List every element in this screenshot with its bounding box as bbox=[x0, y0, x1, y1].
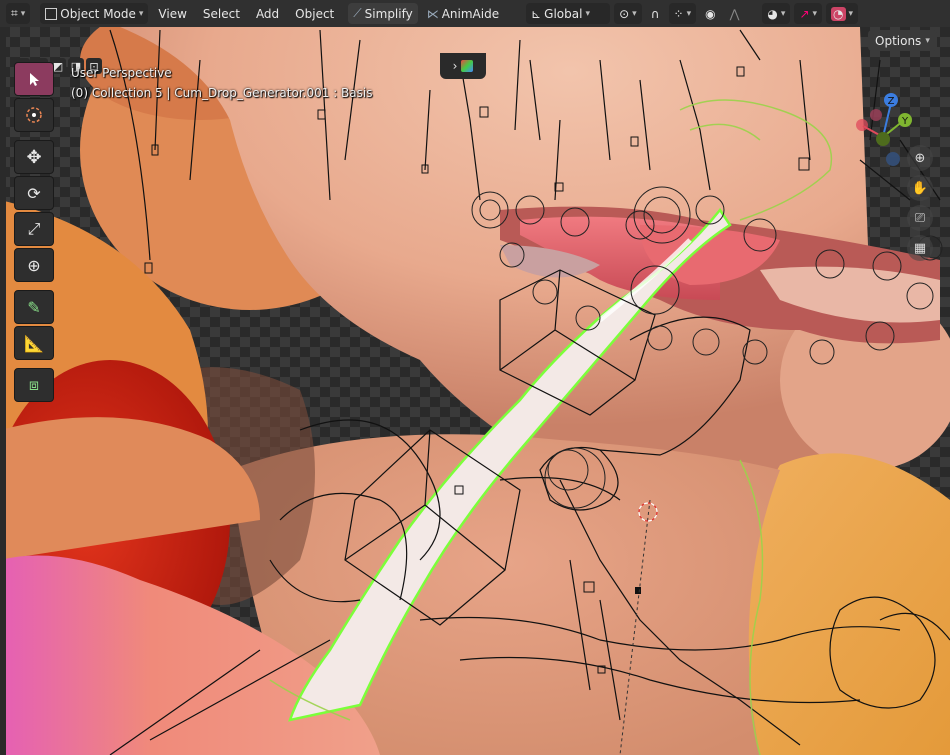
tool-move[interactable]: ✥ bbox=[14, 140, 54, 174]
pivot-dropdown[interactable]: ⊙ ▾ bbox=[614, 3, 642, 24]
tool-separator bbox=[14, 284, 54, 288]
simplify-label: Simplify bbox=[364, 6, 413, 21]
menu-object[interactable]: Object bbox=[289, 3, 340, 24]
chevron-down-icon: ▾ bbox=[848, 8, 854, 19]
neg-y-handle[interactable] bbox=[876, 132, 890, 146]
falloff-dropdown[interactable]: ⋀ bbox=[725, 3, 745, 24]
animaide-button[interactable]: ⋉ AnimAide bbox=[422, 3, 504, 24]
active-object-label: (0) Collection 5 | Cum_Drop_Generator.00… bbox=[71, 86, 373, 100]
pivot-icon: ⊙ bbox=[619, 6, 630, 21]
tool-measure[interactable]: 📐 bbox=[14, 326, 54, 360]
overlays-dropdown[interactable]: ◔ ▾ bbox=[826, 3, 859, 24]
gizmo-dropdown[interactable]: ↗ ▾ bbox=[794, 3, 823, 24]
mode-label: Object Mode bbox=[60, 6, 136, 21]
chevron-down-icon: ▾ bbox=[812, 8, 818, 19]
curve-icon: ⟋ bbox=[353, 6, 362, 20]
chevron-right-icon: › bbox=[452, 59, 458, 73]
chevron-down-icon: ▾ bbox=[925, 35, 930, 46]
menu-view[interactable]: View bbox=[152, 3, 192, 24]
chevron-down-icon: ▾ bbox=[632, 8, 637, 19]
viewport-header: ⌗ ▾ Object Mode ▾ View Select Add Object … bbox=[0, 0, 950, 27]
options-dropdown[interactable]: Options ▾ bbox=[868, 30, 937, 51]
visibility-dropdown[interactable]: ◕ ▾ bbox=[762, 3, 791, 24]
tool-select-box[interactable] bbox=[14, 62, 54, 96]
mode-dropdown[interactable]: Object Mode ▾ bbox=[40, 3, 149, 24]
tool-scale[interactable]: ⤢ bbox=[14, 212, 54, 246]
tool-annotate[interactable]: ✎ bbox=[14, 290, 54, 324]
neg-x-handle[interactable] bbox=[870, 109, 882, 121]
zoom-icon: ⊕ bbox=[914, 150, 926, 166]
tool-shelf: ✥ ⟳ ⤢ ⊕ ✎ 📐 ⧈ bbox=[14, 62, 54, 402]
3d-cursor-icon bbox=[26, 107, 42, 123]
chevron-down-icon: ▾ bbox=[20, 8, 26, 19]
proportional-edit-toggle[interactable]: ◉ bbox=[700, 3, 720, 24]
menu-add[interactable]: Add bbox=[250, 3, 285, 24]
options-label: Options bbox=[875, 33, 922, 48]
camera-view-button[interactable]: ⎚ bbox=[907, 205, 933, 231]
rotate-icon: ⟳ bbox=[27, 183, 41, 203]
tool-cursor[interactable] bbox=[14, 98, 54, 132]
orientation-dropdown[interactable]: ⊾ Global ▾ bbox=[526, 3, 611, 24]
perspective-label: User Perspective bbox=[71, 66, 172, 80]
chevron-down-icon: ▾ bbox=[686, 8, 692, 19]
viewport-info: User Perspective (0) Collection 5 | Cum_… bbox=[71, 63, 372, 103]
eye-icon: ◕ bbox=[767, 6, 778, 21]
addon-hex-icon bbox=[461, 60, 474, 72]
snap-target-dropdown[interactable]: ⁘ ▾ bbox=[668, 3, 697, 24]
chevron-down-icon: ▾ bbox=[585, 8, 590, 19]
snap-toggle[interactable]: ∩ bbox=[646, 3, 665, 24]
snap-grid-icon: ⁘ bbox=[673, 6, 684, 21]
grid-perspective-icon: ▦ bbox=[913, 240, 927, 256]
transform-orientation-icon: ⊾ bbox=[531, 6, 542, 21]
menu-select[interactable]: Select bbox=[197, 3, 246, 24]
animaide-label: AnimAide bbox=[441, 6, 500, 21]
scale-icon: ⤢ bbox=[27, 219, 41, 238]
sidebar-toggle[interactable]: › bbox=[440, 53, 486, 79]
scene-render bbox=[0, 27, 950, 755]
simplify-button[interactable]: ⟋ Simplify bbox=[348, 3, 418, 24]
animaide-icon: ⋉ bbox=[426, 6, 439, 21]
select-cursor-icon bbox=[30, 73, 39, 86]
add-cube-icon: ⧈ bbox=[28, 375, 40, 394]
gizmo-icon: ↗ bbox=[799, 6, 810, 21]
tool-separator bbox=[14, 134, 54, 138]
proportional-edit-icon: ◉ bbox=[705, 6, 716, 21]
neg-z-handle[interactable] bbox=[886, 152, 900, 166]
x-axis-handle[interactable] bbox=[856, 119, 868, 131]
pan-button[interactable]: ✋ bbox=[907, 175, 933, 201]
object-mode-icon bbox=[45, 7, 58, 20]
orientation-label: Global bbox=[544, 6, 583, 21]
tool-separator bbox=[14, 362, 54, 366]
falloff-icon: ⋀ bbox=[729, 6, 740, 21]
y-axis-label: Y bbox=[901, 116, 909, 127]
tool-transform[interactable]: ⊕ bbox=[14, 248, 54, 282]
overlays-icon: ◔ bbox=[831, 6, 846, 21]
editor-type-button[interactable]: ⌗ ▾ bbox=[6, 3, 31, 24]
measure-ruler-icon: 📐 bbox=[24, 333, 44, 353]
chevron-down-icon: ▾ bbox=[138, 8, 144, 19]
zoom-button[interactable]: ⊕ bbox=[907, 145, 933, 171]
move-icon: ✥ bbox=[26, 146, 42, 168]
tool-add-cube[interactable]: ⧈ bbox=[14, 368, 54, 402]
hand-icon: ✋ bbox=[911, 180, 929, 196]
editor-type-icon: ⌗ bbox=[11, 6, 18, 20]
tool-rotate[interactable]: ⟳ bbox=[14, 176, 54, 210]
chevron-down-icon: ▾ bbox=[780, 8, 786, 19]
magnet-icon: ∩ bbox=[650, 6, 660, 21]
z-axis-label: Z bbox=[888, 96, 895, 107]
ortho-toggle-button[interactable]: ▦ bbox=[907, 235, 933, 261]
annotate-pencil-icon: ✎ bbox=[27, 297, 41, 317]
camera-icon: ⎚ bbox=[914, 210, 926, 226]
3d-viewport[interactable]: ⬚ ◧ ◩ ◨ ⊡ › Options ▾ User Perspective (… bbox=[0, 27, 950, 755]
transform-icon: ⊕ bbox=[27, 255, 41, 275]
